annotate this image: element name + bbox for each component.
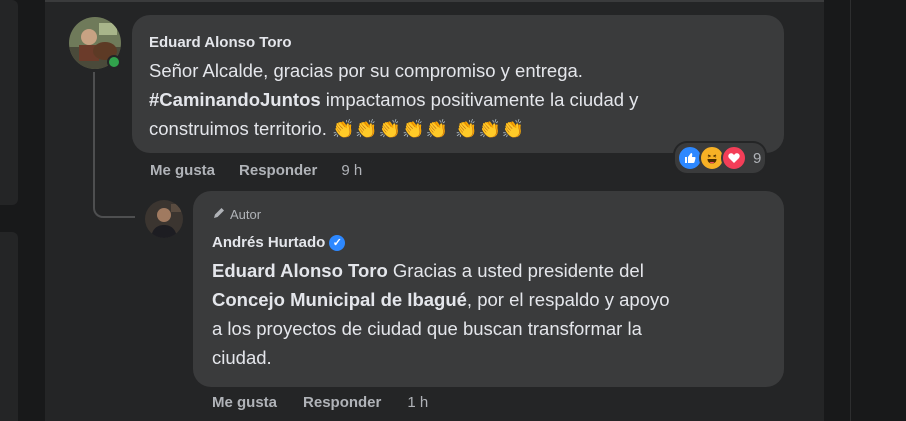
comment-line: #CaminandoJuntos impactamos positivament… [149, 85, 779, 114]
reply-bubble: Autor Andrés Hurtado ✓ Eduard Alonso Toro… [193, 191, 784, 387]
like-button[interactable]: Me gusta [212, 394, 277, 411]
reply-line: Eduard Alonso Toro Gracias a usted presi… [212, 256, 772, 285]
reply-author: Andrés Hurtado ✓ [212, 234, 346, 252]
author-badge: Autor [212, 206, 261, 223]
clapping-emojis: 👏👏👏👏👏 👏👏👏 [332, 119, 526, 139]
comment-timestamp[interactable]: 9 h [341, 162, 362, 179]
online-status-icon [107, 55, 121, 69]
right-gutter [824, 0, 906, 421]
reply-timestamp[interactable]: 1 h [407, 394, 428, 411]
comment-author[interactable]: Eduard Alonso Toro [149, 34, 292, 51]
reply-line-rest: , por el respaldo y apoyo [466, 289, 670, 310]
left-column [0, 0, 18, 421]
divider [45, 0, 824, 2]
reply-author-name[interactable]: Andrés Hurtado [212, 234, 325, 251]
scrollbar-track[interactable] [850, 0, 851, 421]
reply-actions: Me gusta Responder 1 h [212, 394, 428, 411]
reaction-summary[interactable]: 9 [675, 143, 766, 173]
left-card [0, 0, 18, 205]
reply-line: Concejo Municipal de Ibagué, por el resp… [212, 285, 772, 314]
organization-link[interactable]: Concejo Municipal de Ibagué [212, 289, 467, 310]
mention-link[interactable]: Eduard Alonso Toro [212, 260, 388, 281]
reply-line: ciudad. [212, 347, 272, 368]
reaction-count: 9 [753, 149, 762, 167]
like-button[interactable]: Me gusta [150, 162, 215, 179]
left-card [0, 232, 18, 421]
comment-actions: Me gusta Responder 9 h [150, 162, 362, 179]
comment-bubble: Eduard Alonso Toro Señor Alcalde, gracia… [132, 15, 784, 153]
comment-line-rest: impactamos positivamente la ciudad y [320, 89, 639, 110]
comment-text: Señor Alcalde, gracias por su compromiso… [149, 56, 779, 144]
comment-line: Señor Alcalde, gracias por su compromiso… [149, 60, 583, 81]
hashtag-link[interactable]: #CaminandoJuntos [149, 89, 321, 110]
thread-connector [93, 72, 135, 218]
comments-panel: Eduard Alonso Toro Señor Alcalde, gracia… [45, 0, 824, 421]
comment-line: construimos territorio. 👏👏👏👏👏 👏👏👏 [149, 114, 779, 144]
author-badge-label: Autor [230, 207, 262, 222]
reply-button[interactable]: Responder [303, 394, 381, 411]
love-reaction-icon [721, 145, 747, 171]
reply-text: Eduard Alonso Toro Gracias a usted presi… [212, 256, 772, 372]
reply-author-avatar[interactable] [145, 200, 183, 238]
pencil-icon [212, 206, 226, 223]
reply-line: a los proyectos de ciudad que buscan tra… [212, 318, 642, 339]
comment-line-text: construimos territorio. [149, 118, 327, 139]
reply-button[interactable]: Responder [239, 162, 317, 179]
reply-line-rest: Gracias a usted presidente del [387, 260, 644, 281]
verified-icon: ✓ [329, 235, 346, 252]
